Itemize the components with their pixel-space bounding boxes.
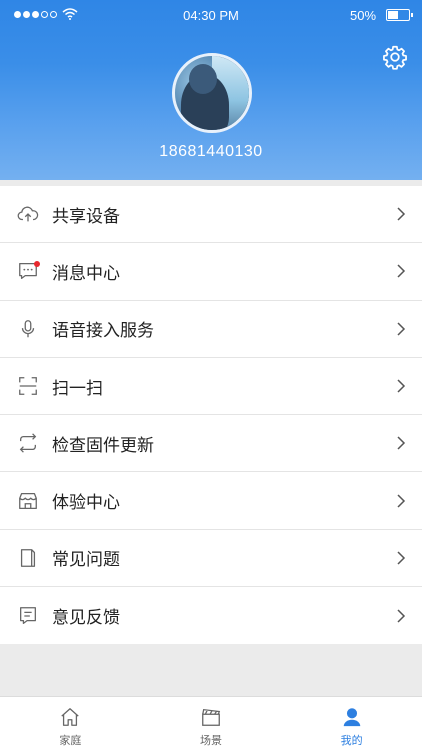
feedback-icon xyxy=(20,606,36,624)
chevron-right-icon xyxy=(397,494,406,508)
chevron-right-icon xyxy=(397,322,406,336)
tab-mine[interactable]: 我的 xyxy=(281,697,422,750)
gear-icon[interactable] xyxy=(382,44,408,70)
menu-item-feedback[interactable]: 意见反馈 xyxy=(0,587,422,644)
microphone-icon xyxy=(21,319,35,337)
tab-label: 我的 xyxy=(340,734,363,747)
home-icon xyxy=(61,708,80,726)
chevron-right-icon xyxy=(397,551,406,565)
store-icon xyxy=(19,492,37,509)
menu-item-label: 语音接入服务 xyxy=(52,321,154,342)
avatar[interactable] xyxy=(172,53,252,133)
menu-item-label: 常见问题 xyxy=(52,550,120,571)
profile-header: 04:30 PM 50% 18681440130 xyxy=(0,0,422,180)
menu-item-label: 检查固件更新 xyxy=(52,435,154,456)
tab-home[interactable]: 家庭 xyxy=(0,697,141,750)
battery-icon xyxy=(386,9,413,21)
profile-screen: 04:30 PM 50% 18681440130 共享设备 消息中心 语音接入服… xyxy=(0,0,422,750)
menu-item-firmware-update[interactable]: 检查固件更新 xyxy=(0,415,422,473)
phone-number: 18681440130 xyxy=(159,143,263,160)
settings-menu: 共享设备 消息中心 语音接入服务 扫一扫 检查固件更新 体验中心 常见问题 意见… xyxy=(0,186,422,645)
clapperboard-icon xyxy=(202,708,221,726)
menu-item-label: 体验中心 xyxy=(52,493,120,514)
chevron-right-icon xyxy=(397,609,406,623)
chevron-right-icon xyxy=(397,436,406,450)
menu-item-shared-devices[interactable]: 共享设备 xyxy=(0,186,422,244)
user-icon xyxy=(343,708,360,727)
chevron-right-icon xyxy=(397,207,406,221)
menu-item-message-center[interactable]: 消息中心 xyxy=(0,243,422,301)
book-icon xyxy=(20,549,36,567)
battery-percentage: 50% xyxy=(350,8,377,23)
status-bar: 04:30 PM 50% xyxy=(0,0,422,30)
tab-label: 场景 xyxy=(200,734,222,747)
menu-item-label: 扫一扫 xyxy=(52,378,103,399)
tab-scenes[interactable]: 场景 xyxy=(141,697,282,750)
chevron-right-icon xyxy=(397,264,406,278)
refresh-icon xyxy=(19,433,37,453)
tab-label: 家庭 xyxy=(59,734,82,747)
menu-item-voice-service[interactable]: 语音接入服务 xyxy=(0,301,422,358)
scan-icon xyxy=(19,377,37,395)
notification-badge xyxy=(34,261,40,268)
menu-item-label: 意见反馈 xyxy=(52,608,120,629)
menu-item-faq[interactable]: 常见问题 xyxy=(0,530,422,588)
cloud-upload-icon xyxy=(17,206,39,222)
bottom-tab-bar: 家庭 场景 我的 xyxy=(0,696,422,750)
menu-item-experience-center[interactable]: 体验中心 xyxy=(0,472,422,530)
chevron-right-icon xyxy=(397,379,406,393)
menu-item-label: 共享设备 xyxy=(52,206,120,227)
menu-item-label: 消息中心 xyxy=(52,263,120,284)
menu-item-scan[interactable]: 扫一扫 xyxy=(0,358,422,416)
